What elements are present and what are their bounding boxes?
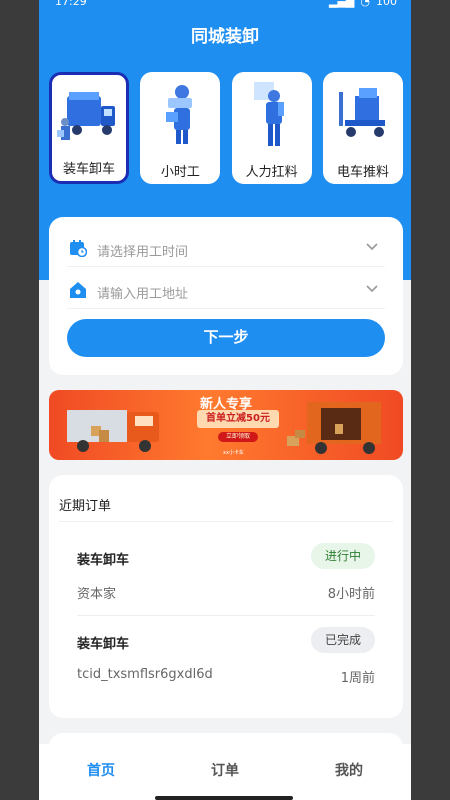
divider — [77, 615, 375, 616]
hourly-worker-icon — [166, 85, 193, 144]
bottom-tab-bar: 首页 订单 我的 — [39, 744, 411, 800]
banner-footnote: xx小卡车 — [223, 450, 244, 456]
service-truck-loading[interactable]: 装车卸车 — [49, 72, 129, 184]
service-grid: 装车卸车 小时工 人力扛料 电车推料 — [49, 72, 403, 184]
chevron-down-icon — [366, 285, 378, 293]
service-label: 人力扛料 — [245, 165, 298, 180]
booking-form: 请选择用工时间 请输入用工地址 下一步 — [49, 217, 403, 375]
recent-orders-card: 近期订单 装车卸车 进行中 资本家 8小时前 装车卸车 已完成 tcid_txs… — [49, 475, 403, 718]
status-badge: 已完成 — [310, 627, 375, 653]
work-time-placeholder: 请选择用工时间 — [97, 245, 189, 260]
status-badge: 进行中 — [310, 543, 375, 569]
work-time-field[interactable]: 请选择用工时间 — [67, 229, 385, 267]
order-time: 8小时前 — [327, 587, 375, 602]
page-title: 同城装卸 — [191, 27, 259, 47]
divider — [59, 521, 393, 522]
service-hourly-worker[interactable]: 小时工 — [140, 72, 221, 184]
order-time: 1周前 — [340, 671, 375, 686]
order-item[interactable]: 装车卸车 进行中 资本家 8小时前 — [77, 543, 375, 617]
wifi-icon: ◔ — [360, 0, 370, 8]
battery-icon: 100 — [376, 0, 397, 8]
tab-mine[interactable]: 我的 — [287, 744, 411, 800]
tab-orders[interactable]: 订单 — [163, 744, 287, 800]
home-indicator — [155, 796, 293, 800]
tab-home[interactable]: 首页 — [39, 744, 163, 800]
recent-orders-title: 近期订单 — [59, 499, 112, 514]
manual-carry-icon — [253, 82, 284, 146]
banner-offer: 首单立减50元 — [197, 410, 279, 428]
order-item[interactable]: 装车卸车 已完成 tcid_txsmflsr6gxdl6d 1周前 — [77, 627, 375, 701]
order-title: 装车卸车 — [77, 553, 130, 568]
app-screen: 17:29 ▂▄▆ ◔ 100 同城装卸 装车卸车 小时工 人力扛料 电车推料 … — [39, 0, 411, 800]
home-location-icon — [70, 282, 86, 298]
new-user-promo-banner[interactable]: 新人专享 首单立减50元 立即领取 xx小卡车 — [49, 390, 403, 460]
order-customer: 资本家 — [77, 587, 117, 602]
calendar-clock-icon — [70, 240, 87, 257]
banner-claim-button[interactable]: 立即领取 — [218, 432, 258, 442]
truck-loading-icon — [57, 92, 115, 140]
service-manual-carry[interactable]: 人力扛料 — [231, 72, 312, 184]
service-hand-cart[interactable]: 电车推料 — [322, 72, 403, 184]
chevron-down-icon — [366, 243, 378, 251]
service-label: 装车卸车 — [62, 162, 115, 177]
status-bar: 17:29 ▂▄▆ ◔ 100 — [39, 0, 411, 10]
hand-cart-icon — [338, 88, 385, 137]
order-title: 装车卸车 — [77, 637, 130, 652]
status-time: 17:29 — [55, 0, 87, 8]
work-address-field[interactable]: 请输入用工地址 — [67, 271, 385, 309]
service-label: 电车推料 — [336, 165, 389, 180]
service-label: 小时工 — [160, 165, 200, 180]
signal-icon: ▂▄▆ — [329, 0, 355, 8]
order-customer: tcid_txsmflsr6gxdl6d — [77, 667, 213, 682]
work-address-placeholder: 请输入用工地址 — [97, 287, 189, 302]
next-step-button[interactable]: 下一步 — [67, 319, 385, 357]
